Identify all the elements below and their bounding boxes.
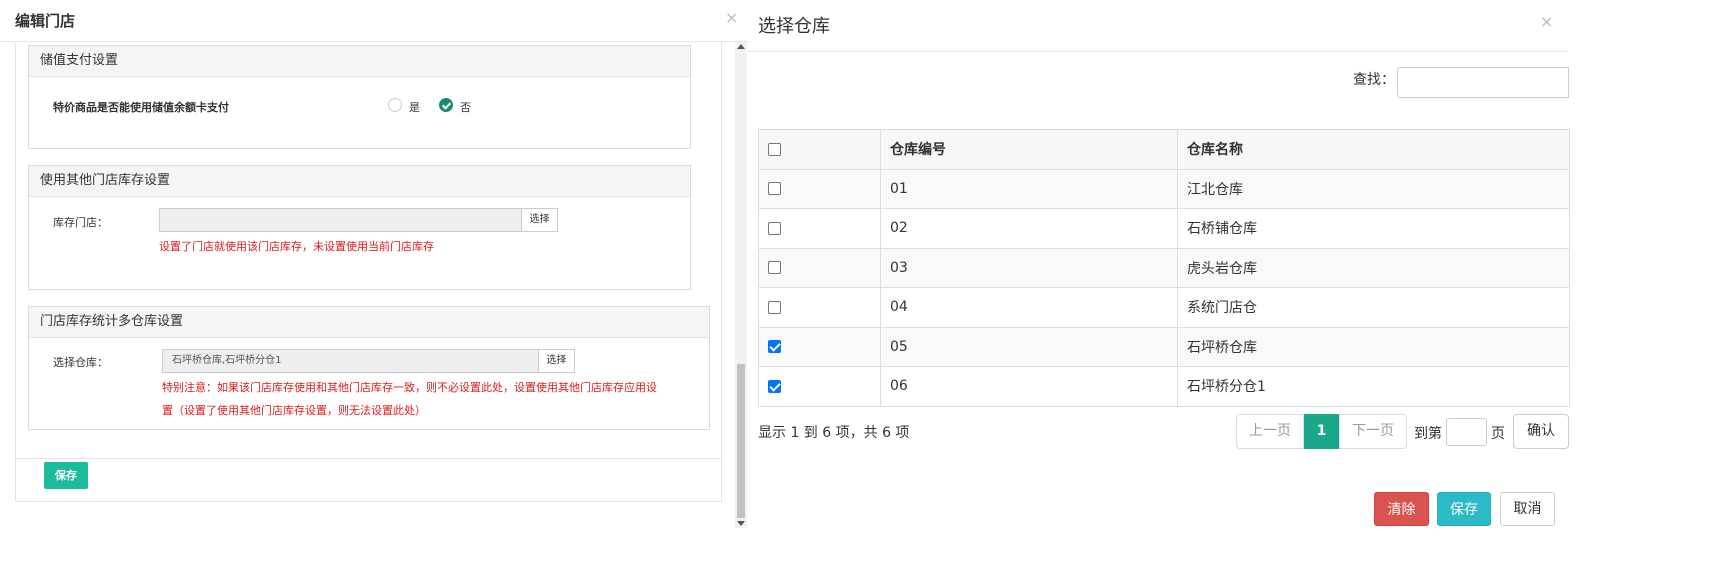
select-warehouse-label: 选择仓库：	[53, 356, 108, 369]
row-checkbox[interactable]	[768, 340, 781, 354]
inventory-store-hint: 设置了门店就使用该门店库存，未设置使用当前门店库存	[159, 240, 434, 253]
search-label: 查找：	[1353, 72, 1395, 88]
warehouse-name: 石坪桥仓库	[1177, 326, 1570, 367]
row-checkbox-cell	[758, 208, 881, 249]
radio-yes-label: 是	[409, 101, 420, 114]
column-header-name: 仓库名称	[1177, 129, 1570, 170]
column-header-code: 仓库编号	[880, 129, 1178, 170]
header-divider	[748, 51, 1568, 52]
other-store-inventory-panel: 使用其他门店库存设置 库存门店： 选择 设置了门店就使用该门店库存，未设置使用当…	[28, 165, 691, 290]
table-row[interactable]: 01 江北仓库	[758, 168, 1570, 209]
scrollbar[interactable]	[735, 42, 747, 528]
row-checkbox[interactable]	[768, 261, 781, 275]
edit-store-modal: 编辑门店 × 储值支付设置 特价商品是否能使用储值余额卡支付 是 否 使用其他门…	[0, 0, 750, 584]
panel-heading: 储值支付设置	[29, 46, 690, 77]
table-header-row: 仓库编号 仓库名称	[758, 129, 1570, 170]
select-all-checkbox[interactable]	[768, 142, 781, 156]
scroll-up-icon[interactable]	[737, 44, 745, 49]
table-row[interactable]: 03 虎头岩仓库	[758, 247, 1570, 288]
scroll-down-icon[interactable]	[737, 521, 745, 526]
warehouse-name: 石桥铺仓库	[1177, 208, 1570, 249]
select-warehouse-modal: 选择仓库 × 查找： 仓库编号 仓库名称 01 江北仓库 02 石桥铺仓库 03…	[748, 0, 1716, 584]
inventory-store-label: 库存门店：	[53, 216, 108, 229]
save-button[interactable]: 保存	[1437, 492, 1491, 526]
radio-yes[interactable]	[388, 98, 402, 112]
warehouse-code: 02	[880, 208, 1178, 249]
prev-page-button[interactable]: 上一页	[1236, 414, 1304, 449]
warehouse-name: 江北仓库	[1177, 168, 1570, 209]
multi-warehouse-panel: 门店库存统计多仓库设置 选择仓库： 石坪桥仓库,石坪桥分仓1 选择 特别注意：如…	[28, 306, 710, 430]
warehouse-name: 系统门店仓	[1177, 287, 1570, 328]
select-warehouse-button[interactable]: 选择	[538, 349, 575, 373]
stored-value-payment-panel: 储值支付设置 特价商品是否能使用储值余额卡支付 是 否	[28, 45, 691, 149]
cancel-button[interactable]: 取消	[1500, 492, 1555, 526]
scrollbar-thumb[interactable]	[737, 364, 745, 518]
table-row[interactable]: 06 石坪桥分仓1	[758, 366, 1570, 407]
select-store-button[interactable]: 选择	[521, 208, 558, 232]
warehouse-code: 06	[880, 366, 1178, 407]
goto-page-input[interactable]	[1446, 418, 1487, 446]
next-page-button[interactable]: 下一页	[1339, 414, 1407, 449]
panel-heading: 使用其他门店库存设置	[29, 166, 690, 197]
save-button[interactable]: 保存	[44, 462, 88, 489]
row-checkbox[interactable]	[768, 300, 781, 314]
select-all-cell	[758, 129, 881, 170]
warehouse-hint-line2: 置（设置了使用其他门店库存设置，则无法设置此处）	[162, 404, 426, 417]
inventory-store-field[interactable]	[159, 208, 522, 232]
warehouse-code: 04	[880, 287, 1178, 328]
row-checkbox[interactable]	[768, 221, 781, 235]
goto-page-suffix: 页	[1491, 426, 1505, 442]
special-goods-question-label: 特价商品是否能使用储值余额卡支付	[53, 101, 229, 114]
row-checkbox-cell	[758, 247, 881, 288]
row-checkbox[interactable]	[768, 379, 781, 393]
warehouse-code: 01	[880, 168, 1178, 209]
radio-no-label: 否	[460, 101, 471, 114]
goto-page-label: 到第	[1414, 426, 1442, 442]
close-icon[interactable]: ×	[1540, 12, 1553, 31]
modal-title: 编辑门店	[15, 12, 76, 30]
table-row[interactable]: 02 石桥铺仓库	[758, 208, 1570, 249]
row-checkbox-cell	[758, 287, 881, 328]
warehouse-hint-line1: 特别注意：如果该门店库存使用和其他门店库存一致，则不必设置此处，设置使用其他门店…	[162, 381, 657, 394]
warehouse-code: 05	[880, 326, 1178, 367]
warehouse-name: 石坪桥分仓1	[1177, 366, 1570, 407]
selected-warehouses-field[interactable]: 石坪桥仓库,石坪桥分仓1	[162, 349, 539, 373]
page-1-button[interactable]: 1	[1304, 414, 1339, 449]
row-checkbox-cell	[758, 366, 881, 407]
warehouse-name: 虎头岩仓库	[1177, 247, 1570, 288]
row-checkbox-cell	[758, 168, 881, 209]
radio-no[interactable]	[439, 98, 453, 112]
panel-heading: 门店库存统计多仓库设置	[29, 307, 709, 338]
table-row[interactable]: 05 石坪桥仓库	[758, 326, 1570, 367]
modal-title: 选择仓库	[758, 16, 830, 37]
close-icon[interactable]: ×	[725, 8, 738, 27]
warehouse-code: 03	[880, 247, 1178, 288]
goto-confirm-button[interactable]: 确认	[1513, 414, 1569, 449]
footer-divider	[16, 458, 721, 459]
row-checkbox[interactable]	[768, 182, 781, 196]
search-input[interactable]	[1397, 67, 1569, 98]
warehouse-table: 仓库编号 仓库名称 01 江北仓库 02 石桥铺仓库 03 虎头岩仓库 04 系…	[758, 129, 1570, 407]
modal-header: 编辑门店 ×	[0, 0, 750, 42]
modal-body: 储值支付设置 特价商品是否能使用储值余额卡支付 是 否 使用其他门店库存设置 库…	[15, 42, 722, 502]
pagination-info: 显示 1 到 6 项，共 6 项	[758, 425, 910, 441]
clear-button[interactable]: 清除	[1374, 492, 1429, 526]
row-checkbox-cell	[758, 326, 881, 367]
table-row[interactable]: 04 系统门店仓	[758, 287, 1570, 328]
